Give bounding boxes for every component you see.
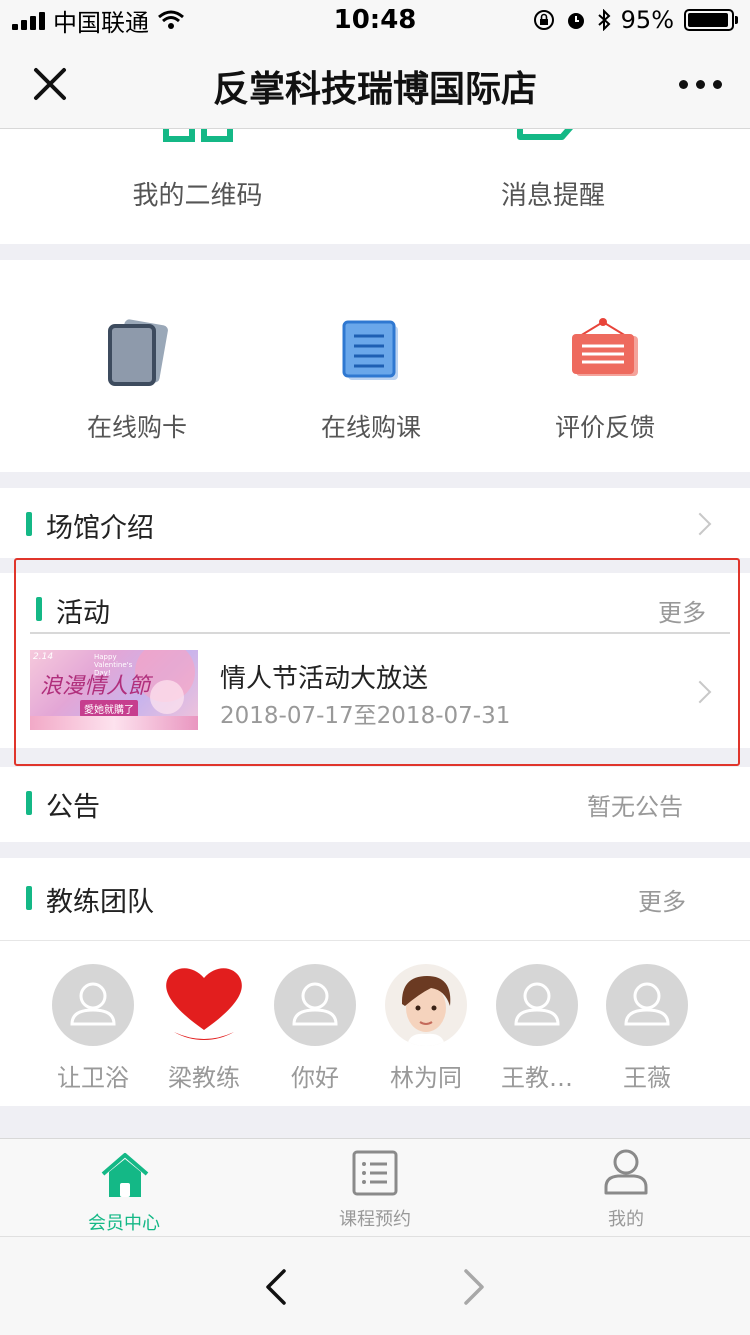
list-icon [352,1150,398,1196]
coach-name: 王薇 [623,1064,671,1092]
user-icon [624,982,670,1026]
quick-tiles: 我的二维码 消息提醒 [0,129,750,244]
tab-label: 课程预约 [339,1209,411,1230]
qrcode-label: 我的二维码 [132,181,263,211]
coach-avatar[interactable] [385,964,467,1046]
coach-avatar[interactable] [160,960,248,1050]
user-icon [514,982,560,1026]
browser-toolbar [0,1236,750,1335]
chevron-right-icon [688,512,712,536]
battery-icon [684,9,738,31]
qrcode-icon [163,129,233,142]
buy-course-label: 在线购课 [320,413,421,442]
buy-card-button[interactable]: 在线购卡 [62,310,212,442]
forward-icon[interactable] [458,1267,488,1307]
coach-avatar[interactable] [274,964,356,1046]
feedback-button[interactable]: 评价反馈 [530,310,680,442]
tab-label: 会员中心 [88,1213,160,1234]
more-menu-icon[interactable] [679,80,722,89]
feedback-icon [572,318,638,376]
back-icon[interactable] [262,1267,292,1307]
person-photo [401,976,451,1046]
person-icon [604,1149,648,1195]
coach-name: 林为同 [390,1064,462,1092]
navigation-bar: 反掌科技瑞博国际店 [0,40,750,129]
highlight-box [14,558,740,766]
message-icon [517,129,573,140]
course-icon [342,320,398,380]
services-section: 在线购卡 在线购课 评价反馈 [0,260,750,472]
user-icon [292,982,338,1026]
coach-avatar[interactable] [496,964,578,1046]
divider [0,940,750,941]
rotation-lock-icon [533,10,554,30]
card-icon [108,319,168,386]
bluetooth-icon [597,9,611,31]
page-title: 反掌科技瑞博国际店 [212,69,537,110]
tab-label: 我的 [608,1209,644,1230]
venue-intro-title: 场馆介绍 [46,513,154,544]
feedback-label: 评价反馈 [554,413,655,442]
coach-name: 让卫浴 [57,1064,129,1092]
user-icon [70,982,116,1026]
battery-percent: 95% [620,6,674,34]
qrcode-tile[interactable]: 我的二维码 [120,129,275,244]
home-icon [101,1153,149,1197]
message-label: 消息提醒 [500,181,605,211]
status-bar: 中国联通 10:48 95% [0,0,750,40]
alarm-icon [567,13,584,29]
coach-name: 梁教练 [168,1064,240,1092]
tab-bar: 会员中心 课程预约 我的 [0,1138,750,1237]
section-marker [26,886,32,910]
section-marker [26,512,32,536]
coach-team-title: 教练团队 [46,887,154,918]
section-marker [26,791,32,815]
coach-more-link[interactable]: 更多 [638,882,686,917]
coach-avatar[interactable] [606,964,688,1046]
coach-name: 你好 [291,1064,339,1092]
tab-mine[interactable]: 我的 [546,1139,706,1237]
notice-title: 公告 [46,792,100,823]
notice-status: 暂无公告 [587,793,683,821]
heart-icon [166,968,242,1040]
coach-avatar[interactable] [52,964,134,1046]
tab-member-center[interactable]: 会员中心 [44,1139,204,1237]
coach-name: 王教… [501,1064,573,1092]
buy-card-label: 在线购卡 [86,413,187,442]
buy-course-button[interactable]: 在线购课 [296,310,446,442]
notice-section[interactable]: 公告 暂无公告 [0,767,750,842]
tab-course-booking[interactable]: 课程预约 [295,1139,455,1237]
venue-intro-row[interactable]: 场馆介绍 [0,488,750,558]
message-tile[interactable]: 消息提醒 [478,129,628,244]
